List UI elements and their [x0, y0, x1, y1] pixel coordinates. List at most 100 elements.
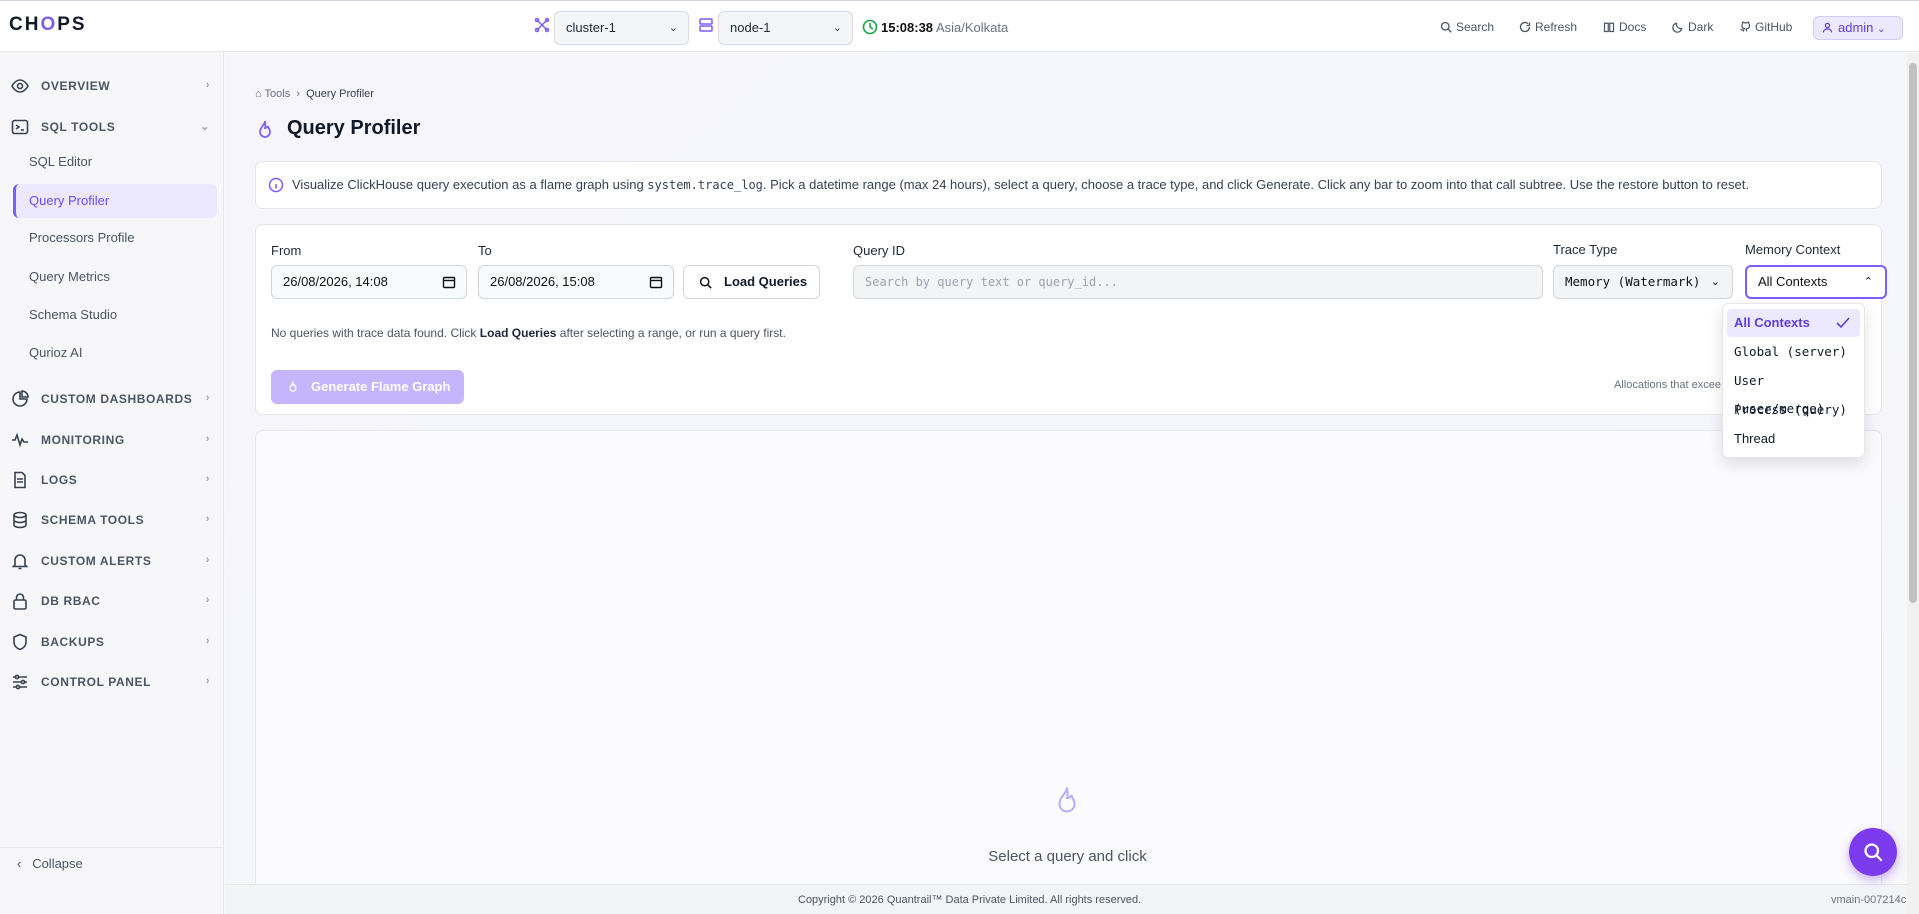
bell-icon [11, 554, 29, 570]
docs-link[interactable]: Docs [1603, 20, 1646, 34]
lock-icon [13, 593, 27, 610]
server-icon [699, 18, 713, 32]
chevron-right-icon: › [205, 433, 210, 445]
main-content: ⌂ Tools › Query Profiler Query Profiler … [225, 53, 1907, 890]
breadcrumb-current: Query Profiler [306, 88, 374, 100]
chevron-down-icon: ⌄ [200, 121, 210, 133]
flame-icon [289, 381, 297, 392]
node-select[interactable]: node-1 ⌄ [718, 11, 853, 45]
calendar-icon[interactable] [649, 275, 663, 289]
cluster-select[interactable]: cluster-1 ⌄ [554, 11, 689, 45]
memory-context-label: Memory Context [1745, 242, 1841, 257]
top-bar: CHOPS cluster-1 ⌄ node-1 ⌄ 15:08:38 Asia/K… [0, 0, 1919, 52]
sidebar-section-sql-tools[interactable]: SQL TOOLS ⌄ [0, 115, 224, 139]
from-datetime-input[interactable]: 26/08/2026, 14:08 [271, 265, 467, 299]
page-title: Query Profiler [287, 117, 421, 139]
refresh-link[interactable]: Refresh [1519, 20, 1577, 34]
generate-flame-graph-button[interactable]: Generate Flame Graph [271, 370, 464, 404]
sidebar-section-control-panel[interactable]: CONTROL PANEL › [0, 670, 224, 694]
user-icon [1822, 22, 1833, 33]
flame-icon [1058, 787, 1076, 813]
server-clock: 15:08:38 Asia/Kolkata [881, 20, 1009, 35]
profiler-form-card: From 26/08/2026, 14:08 To 26/08/2026, 15… [255, 224, 1887, 415]
sidebar-section-custom-dashboards[interactable]: CUSTOM DASHBOARDS › [0, 387, 224, 411]
version-label: vmain-007214c [1831, 894, 1907, 906]
sidebar-section-schema-tools[interactable]: SCHEMA TOOLS › [0, 508, 224, 532]
sidebar-item-sql-editor[interactable]: SQL Editor [13, 145, 217, 179]
eye-icon [11, 79, 29, 93]
chevron-right-icon: › [205, 473, 210, 485]
cluster-icon [534, 17, 550, 33]
sidebar-item-query-profiler[interactable]: Query Profiler [13, 184, 217, 218]
option-user[interactable]: User (user/merge) [1727, 367, 1860, 416]
chevron-right-icon: › [205, 79, 210, 91]
search-link[interactable]: Search [1440, 20, 1494, 34]
github-link[interactable]: GitHub [1739, 20, 1792, 34]
flame-icon [259, 120, 271, 138]
footer: Copyright © 2026 Quantrail™ Data Private… [225, 884, 1907, 914]
chevron-down-icon: ⌄ [1877, 24, 1886, 35]
chevron-right-icon: › [205, 513, 210, 525]
page-scrollbar[interactable] [1907, 53, 1919, 914]
sidebar-section-logs[interactable]: LOGS › [0, 468, 224, 492]
flame-graph-canvas[interactable] [255, 430, 1882, 890]
option-thread[interactable]: Thread [1727, 425, 1860, 453]
to-datetime-input[interactable]: 26/08/2026, 15:08 [478, 265, 674, 299]
chevron-right-icon: › [205, 594, 210, 606]
sidebar-divider [0, 847, 224, 848]
check-icon [1836, 317, 1850, 329]
search-fab-button[interactable] [1849, 828, 1897, 876]
theme-toggle[interactable]: Dark [1672, 20, 1713, 34]
sidebar-section-custom-alerts[interactable]: CUSTOM ALERTS › [0, 549, 224, 573]
sidebar-section-db-rbac[interactable]: DB RBAC › [0, 589, 224, 613]
memory-context-select[interactable]: All Contexts ⌃ [1745, 265, 1887, 299]
user-menu[interactable]: admin ⌄ [1813, 16, 1903, 40]
search-icon [699, 276, 712, 289]
terminal-icon [11, 119, 29, 135]
database-icon [13, 511, 27, 529]
refresh-icon [1519, 21, 1531, 33]
shield-icon [13, 633, 27, 651]
sidebar-item-qurioz-ai[interactable]: Qurioz AI [13, 336, 217, 370]
breadcrumb-tools[interactable]: Tools [265, 88, 291, 100]
allocation-note: Allocations that excee [1614, 379, 1722, 391]
option-all-contexts[interactable]: All Contexts [1727, 309, 1860, 337]
chevron-left-icon: ‹ [17, 856, 22, 871]
pie-chart-icon [12, 390, 29, 407]
clock-icon [862, 19, 878, 35]
empty-state-text: Select a query and click [988, 848, 1147, 865]
chevron-right-icon: › [205, 635, 210, 647]
file-icon [14, 471, 26, 489]
calendar-icon[interactable] [442, 275, 456, 289]
sidebar-item-processors-profile[interactable]: Processors Profile [13, 221, 217, 255]
to-label: To [478, 243, 492, 258]
copyright-text: Copyright © 2026 Quantrail™ Data Private… [798, 894, 1142, 906]
scrollbar-thumb[interactable] [1909, 63, 1917, 603]
from-label: From [271, 243, 302, 258]
book-icon [1603, 22, 1615, 33]
query-id-search-input[interactable]: Search by query text or query_id... [853, 265, 1543, 299]
option-global[interactable]: Global (server) [1727, 338, 1860, 366]
sidebar-item-schema-studio[interactable]: Schema Studio [13, 298, 217, 332]
chevron-up-icon: ⌃ [1863, 276, 1873, 288]
sidebar: OVERVIEW › SQL TOOLS ⌄ SQL Editor Query Pr… [0, 53, 224, 914]
home-icon: ⌂ [255, 88, 262, 100]
chevron-right-icon: › [205, 675, 210, 687]
sidebar-section-backups[interactable]: BACKUPS › [0, 630, 224, 654]
load-queries-button[interactable]: Load Queries [683, 265, 820, 299]
sidebar-section-overview[interactable]: OVERVIEW › [0, 74, 224, 98]
trace-type-select[interactable]: Memory (Watermark) ⌄ [1553, 265, 1733, 299]
no-queries-message: No queries with trace data found. Click … [271, 326, 786, 340]
breadcrumb: ⌂ Tools › Query Profiler [255, 88, 374, 100]
sidebar-item-query-metrics[interactable]: Query Metrics [13, 260, 217, 294]
option-process[interactable]: Process (query) [1727, 396, 1860, 424]
chevron-down-icon: ⌄ [668, 22, 678, 34]
info-icon [268, 177, 284, 193]
app-logo[interactable]: CHOPS [9, 14, 87, 36]
chevron-right-icon: › [205, 554, 210, 566]
chevron-down-icon: ⌄ [1710, 276, 1720, 288]
activity-icon [12, 432, 28, 448]
search-icon [1440, 21, 1452, 33]
collapse-sidebar-button[interactable]: ‹ Collapse [17, 856, 83, 871]
sidebar-section-monitoring[interactable]: MONITORING › [0, 428, 224, 452]
